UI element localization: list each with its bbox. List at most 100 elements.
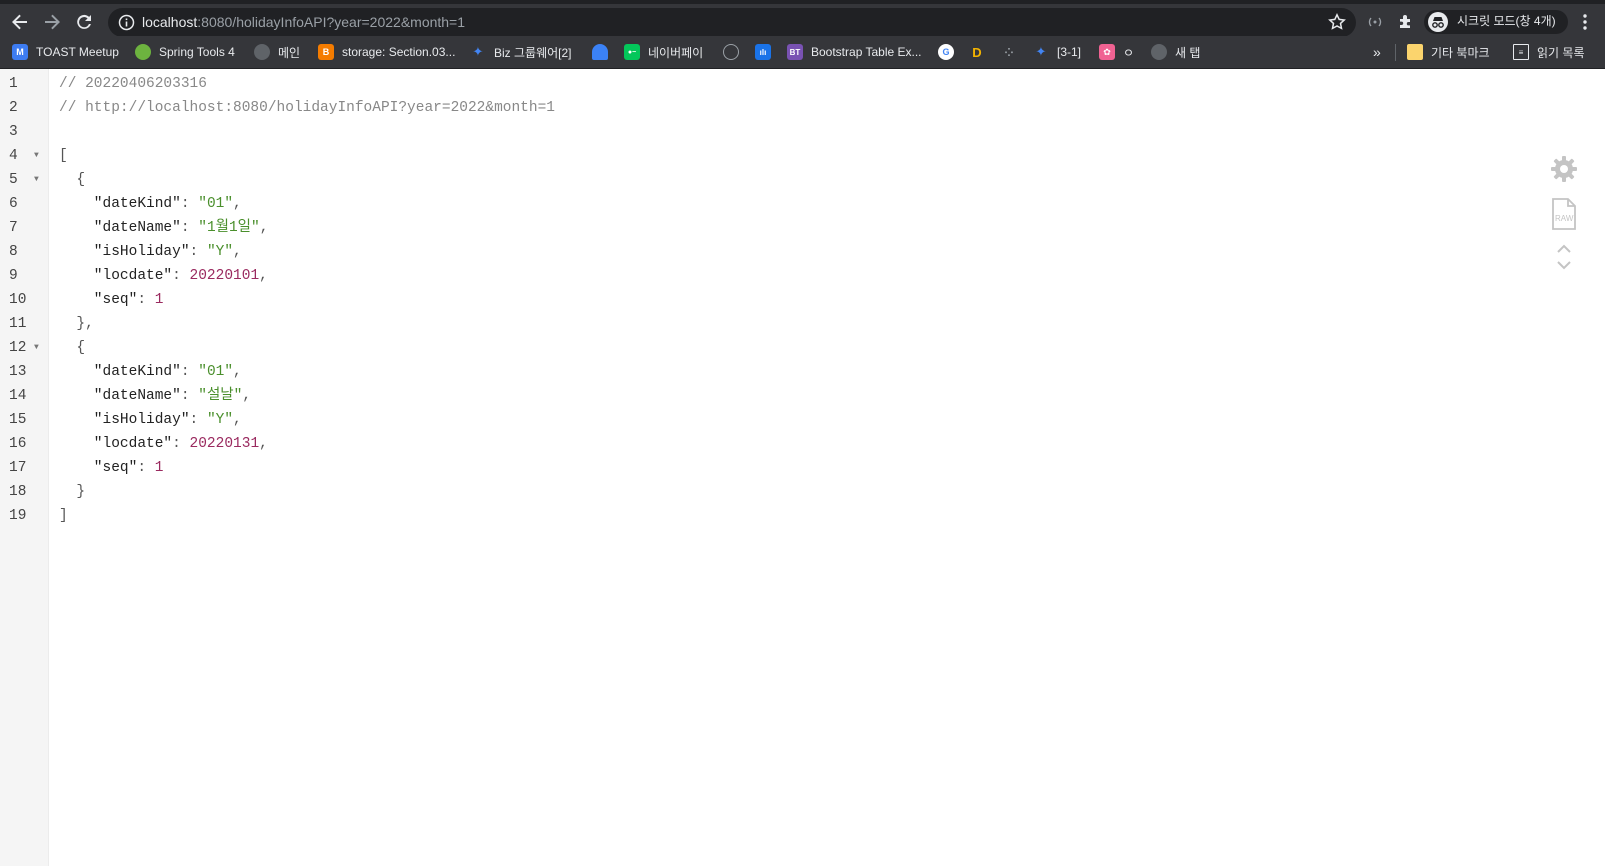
biz-groupware-icon: ✦ <box>472 44 484 59</box>
bookmark-label: storage: Section.03... <box>342 45 456 59</box>
fold-toggle-icon[interactable]: ▼ <box>34 144 39 168</box>
json-property-dateKind: 13 "dateKind": "01", <box>9 364 242 380</box>
chevron-up-icon <box>1557 244 1571 253</box>
bookmarks-overflow-button[interactable]: » <box>1373 42 1381 62</box>
code-line: 11 }, <box>9 316 94 332</box>
bookmark-clock[interactable] <box>723 42 739 62</box>
json-property-dateKind: 6 "dateKind": "01", <box>9 196 242 212</box>
bookmark-naver-pay[interactable]: ●− 네이버페이 <box>624 42 703 62</box>
bookmark-dots[interactable]: ⁘ <box>1001 42 1017 62</box>
json-property-isHoliday: 15 "isHoliday": "Y", <box>9 412 242 428</box>
browser-toolbar: localhost:8080/holidayInfoAPI?year=2022&… <box>0 0 1605 37</box>
bookmark-label: TOAST Meetup <box>36 45 119 59</box>
wave-favicon-icon <box>592 44 608 60</box>
bookmark-label: Bootstrap Table Ex... <box>811 45 922 59</box>
overflow-chevron-icon: » <box>1373 44 1381 60</box>
bookmark-label: [3-1] <box>1057 45 1082 59</box>
pink-flower-icon: ✿ <box>1099 44 1115 60</box>
bookmark-label: 새 탭 <box>1175 45 1201 60</box>
settings-button[interactable] <box>1548 153 1580 185</box>
reading-list-icon: ≡ <box>1513 44 1529 60</box>
dots-favicon-icon: ⁘ <box>1004 46 1014 59</box>
value-seq: 1 <box>154 460 164 476</box>
clock-icon <box>723 44 739 60</box>
value-dateKind: 01 <box>206 196 225 212</box>
value-locdate: 20220101 <box>189 268 260 284</box>
other-bookmarks-label: 기타 북마크 <box>1431 45 1490 60</box>
bookmark-main[interactable]: 메인 <box>254 42 300 62</box>
d-favicon-icon: D <box>972 44 982 60</box>
value-dateKind: 01 <box>206 364 225 380</box>
json-viewer: 1// 20220406203316 2// http://localhost:… <box>0 69 1605 866</box>
code-line: 1// 20220406203316 <box>0 72 700 96</box>
profile-label: 시크릿 모드(창 4개) <box>1457 14 1556 28</box>
reload-icon <box>77 14 91 29</box>
json-property-seq: 17 "seq": 1 <box>9 460 164 476</box>
star-icon[interactable] <box>1328 13 1346 31</box>
google-icon: G <box>938 44 954 60</box>
incognito-profile-button[interactable]: 시크릿 모드(창 4개) <box>1424 10 1568 34</box>
bookmark-site-wave[interactable] <box>592 42 608 62</box>
reading-list-label: 읽기 목록 <box>1537 45 1585 60</box>
other-bookmarks-folder[interactable]: 기타 북마크 <box>1407 42 1490 62</box>
url-path: :8080/holidayInfoAPI?year=2022&month=1 <box>197 14 466 30</box>
reload-button[interactable] <box>72 10 96 34</box>
folder-icon <box>1407 44 1423 60</box>
naver-pay-icon: ●− <box>624 44 640 60</box>
bookmark-d[interactable]: D <box>969 42 985 62</box>
bar-chart-icon: ılı <box>755 44 771 60</box>
back-button[interactable] <box>8 10 32 34</box>
code-line: 5 ▼ { <box>0 168 700 192</box>
address-url[interactable]: localhost:8080/holidayInfoAPI?year=2022&… <box>142 14 465 31</box>
collapse-all-button[interactable] <box>1548 241 1580 257</box>
bookmark-bootstrap-table[interactable]: BT Bootstrap Table Ex... <box>787 42 922 62</box>
bookmark-label: Spring Tools 4 <box>159 45 235 59</box>
bookmark-o[interactable]: ✿ ㅇ <box>1099 42 1134 62</box>
address-bar[interactable]: localhost:8080/holidayInfoAPI?year=2022&… <box>108 8 1356 37</box>
bookmark-3-1[interactable]: ✦ [3-1] <box>1033 42 1081 62</box>
arrow-right-icon <box>45 14 60 30</box>
globe-icon <box>254 44 270 60</box>
toast-meetup-favicon-icon: M <box>12 44 28 60</box>
biz-groupware-icon: ✦ <box>1035 44 1047 59</box>
bookmark-toast-meetup[interactable]: M TOAST Meetup <box>12 42 119 62</box>
blogger-icon: B <box>318 44 334 60</box>
code-line: 19] <box>9 508 68 524</box>
value-isHoliday: Y <box>215 244 225 260</box>
bookmark-label: Biz 그룹웨어[2] <box>494 45 572 60</box>
json-property-locdate: 16 "locdate": 20220131, <box>9 436 268 452</box>
bookmark-label: 네이버페이 <box>648 45 704 60</box>
info-icon[interactable] <box>118 14 135 31</box>
value-seq: 1 <box>154 292 164 308</box>
bookmark-label: ㅇ <box>1123 45 1135 60</box>
bookmark-new-tab[interactable]: 새 탭 <box>1151 42 1200 62</box>
forward-button[interactable] <box>40 10 64 34</box>
value-isHoliday: Y <box>215 412 225 428</box>
bookmark-chart[interactable]: ılı <box>755 42 771 62</box>
more-menu-icon[interactable] <box>1575 12 1595 32</box>
raw-view-button[interactable]: RAW <box>1548 195 1580 233</box>
json-property-dateName: 7 "dateName": "1월1일", <box>9 220 269 236</box>
value-dateName: 1월1일 <box>206 220 252 236</box>
arrow-left-icon <box>12 14 27 30</box>
gear-icon <box>1551 156 1577 182</box>
bootstrap-icon: BT <box>787 44 803 60</box>
bookmark-spring-tools[interactable]: Spring Tools 4 <box>135 42 235 62</box>
bookmarks-divider <box>1395 44 1396 61</box>
expand-all-button[interactable] <box>1548 257 1580 273</box>
value-dateName: 설날 <box>206 388 234 404</box>
incognito-icon <box>1428 12 1448 32</box>
bookmark-biz-groupware[interactable]: ✦ Biz 그룹웨어[2] <box>470 42 572 62</box>
cast-icon[interactable] <box>1365 12 1385 32</box>
code-line: 4 ▼[ <box>0 144 700 168</box>
code-line: 3 <box>9 124 18 140</box>
bookmark-google[interactable]: G <box>938 42 954 62</box>
extensions-puzzle-icon[interactable] <box>1396 12 1416 32</box>
timestamp-comment: // 20220406203316 <box>59 76 207 92</box>
reading-list-button[interactable]: ≡ 읽기 목록 <box>1513 42 1585 62</box>
bookmark-storage[interactable]: B storage: Section.03... <box>318 42 455 62</box>
json-property-seq: 10 "seq": 1 <box>9 292 164 308</box>
code-line: 2// http://localhost:8080/holidayInfoAPI… <box>0 96 700 120</box>
fold-toggle-icon[interactable]: ▼ <box>34 336 39 360</box>
fold-toggle-icon[interactable]: ▼ <box>34 168 39 192</box>
